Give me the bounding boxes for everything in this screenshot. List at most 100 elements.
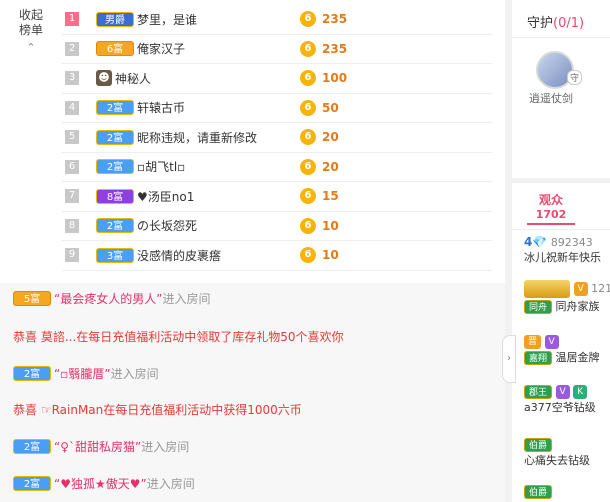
- user-id: 121: [591, 282, 610, 295]
- vip-badge: V: [555, 385, 570, 399]
- noble-badge: 伯爵: [524, 485, 553, 499]
- ranking-row[interactable]: 7 8富 ♥汤臣no1 6 15: [62, 182, 492, 212]
- diamond-icon: 💎: [532, 235, 548, 249]
- audience-name: 心痛失去钻级: [524, 454, 590, 467]
- ranking-list: 1 男爵 梦里，是谁 6 235 2 6富 俺家汉子 6 235 3 ☻ 神秘人…: [62, 5, 492, 271]
- chat-message: 5富 “最会疼女人的男人” 进入房间: [13, 290, 210, 307]
- user-name[interactable]: 昵称违规，请重新修改: [137, 129, 317, 146]
- chat-user[interactable]: 恭喜 ☞RainMan: [13, 401, 103, 418]
- guard-count: (0/1): [553, 16, 585, 31]
- collapse-ranking-button[interactable]: 收起 榜单 ⌃: [10, 8, 52, 55]
- divider: [512, 229, 610, 230]
- user-name[interactable]: 俺家汉子: [137, 40, 317, 57]
- contribution-value: 100: [322, 71, 348, 86]
- guard-title: 守护(0/1): [527, 12, 584, 31]
- ranking-row[interactable]: 8 2富 の长坂怨死 6 10: [62, 212, 492, 241]
- contribution-value: 235: [322, 12, 348, 27]
- audience-name: 温居金牌: [555, 351, 600, 364]
- chat-user[interactable]: 恭喜 莫諮...: [13, 328, 76, 345]
- rank-number: 5: [65, 130, 79, 145]
- ranking-row[interactable]: 6 2富 ▫胡飞tl▫ 6 20: [62, 153, 492, 182]
- user-name[interactable]: 没感情的皮裹瘩: [137, 247, 317, 264]
- chat-message: 2富 “▫翳朧厝” 进入房间: [13, 365, 159, 382]
- guard-panel: 守护(0/1) 守 逍遥仗剑: [512, 0, 610, 178]
- k-badge: K: [573, 385, 588, 399]
- guard-avatar[interactable]: 守: [536, 51, 582, 89]
- chat-text: 在每日充值福利活动中获得1000六币: [103, 403, 302, 417]
- chat-user[interactable]: “♥独孤★傲天♥”: [54, 475, 147, 492]
- rank-number: 4: [65, 100, 79, 115]
- audience-item[interactable]: 郡王 V K a377空爷钻级: [524, 385, 596, 415]
- wealth-badge: 2富: [96, 129, 134, 145]
- audience-item[interactable]: 伯爵: [524, 485, 553, 499]
- wealth-badge: 6富: [96, 41, 134, 57]
- chat-text: 进入房间: [110, 367, 159, 381]
- contribution-value: 20: [322, 130, 339, 145]
- chevron-up-icon: ⌃: [26, 41, 36, 54]
- user-name[interactable]: ♥汤臣no1: [137, 188, 317, 205]
- coin-icon: 6: [300, 217, 316, 234]
- contribution-value: 50: [322, 100, 339, 115]
- contribution-value: 15: [322, 189, 339, 204]
- chat-message: 恭喜 莫諮... 在每日充值福利活动中领取了库存礼物50个喜欢你: [13, 328, 344, 345]
- mystery-user-icon: ☻: [96, 70, 112, 87]
- chevron-right-icon[interactable]: ›: [502, 335, 516, 383]
- user-id: 892343: [550, 236, 593, 249]
- wealth-badge: 8富: [96, 188, 134, 204]
- rank-number: 8: [65, 218, 79, 233]
- guard-member-name[interactable]: 逍遥仗剑: [529, 90, 573, 106]
- chat-text: 进入房间: [141, 440, 190, 454]
- wealth-badge: 2富: [96, 100, 134, 116]
- rank-number: 2: [65, 41, 79, 56]
- rank-number: 1: [65, 12, 79, 27]
- crown-icon: [524, 280, 570, 298]
- audience-item[interactable]: 伯爵 心痛失去钻级: [524, 438, 590, 468]
- chat-message: 2富 “♥独孤★傲天♥” 进入房间: [13, 475, 195, 492]
- audience-item[interactable]: 晋 V 嘉翔 温居金牌: [524, 335, 600, 365]
- user-name[interactable]: ▫胡飞tl▫: [137, 158, 317, 175]
- vip-badge: V: [544, 335, 559, 349]
- chat-text: 在每日充值福利活动中领取了库存礼物50个喜欢你: [76, 330, 344, 344]
- noble-badge: 男爵: [96, 11, 134, 27]
- user-name[interactable]: の长坂怨死: [137, 217, 317, 234]
- wealth-badge: 2富: [13, 439, 51, 454]
- collapse-label-2: 榜单: [18, 23, 43, 37]
- user-name[interactable]: 梦里，是谁: [137, 11, 317, 28]
- wealth-badge: 3富: [96, 247, 134, 263]
- audience-item[interactable]: V 121 同舟 同舟家族: [524, 280, 610, 314]
- guard-lock-icon: 守: [566, 70, 582, 85]
- collapse-label-1: 收起: [18, 8, 43, 22]
- ranking-row[interactable]: 4 2富 轩辕古币 6 50: [62, 94, 492, 123]
- wealth-badge: 5富: [13, 291, 51, 306]
- audience-item[interactable]: 4💎 892343 冰儿祝新年快乐: [524, 235, 601, 265]
- noble-badge: 郡王: [524, 385, 553, 399]
- user-name[interactable]: 轩辕古币: [137, 99, 317, 116]
- rank-number: 9: [65, 248, 79, 263]
- gift-ranking-panel: 收起 榜单 ⌃ 1 男爵 梦里，是谁 6 235 2 6富 俺家汉子 6 235…: [0, 0, 505, 283]
- audience-tab-label: 观众: [538, 193, 563, 207]
- wealth-badge: 2富: [96, 159, 134, 175]
- noble-badge: 伯爵: [524, 438, 553, 452]
- wealth-badge: 2富: [13, 476, 51, 491]
- rank-number: 6: [65, 159, 79, 174]
- user-name[interactable]: 神秘人: [115, 70, 295, 87]
- ranking-row[interactable]: 5 2富 昵称违规，请重新修改 6 20: [62, 123, 492, 153]
- ranking-row[interactable]: 2 6富 俺家汉子 6 235: [62, 35, 492, 64]
- ranking-row[interactable]: 9 3富 没感情的皮裹瘩 6 10: [62, 241, 492, 271]
- ranking-row[interactable]: 3 ☻ 神秘人 6 100: [62, 64, 492, 94]
- audience-panel: 观众 1702 4💎 892343 冰儿祝新年快乐 V 121 同舟 同舟家族 …: [512, 183, 610, 502]
- audience-count: 1702: [535, 208, 567, 221]
- tab-underline: [527, 223, 575, 225]
- chat-user[interactable]: “▫翳朧厝”: [54, 365, 111, 382]
- chat-text: 进入房间: [162, 292, 211, 306]
- coin-icon: 6: [300, 40, 316, 57]
- coin-icon: 6: [300, 70, 316, 87]
- tab-audience[interactable]: 观众 1702: [527, 191, 575, 225]
- rank-number: 7: [65, 189, 79, 204]
- guard-label: 守护: [527, 16, 554, 31]
- ranking-row[interactable]: 1 男爵 梦里，是谁 6 235: [62, 5, 492, 35]
- chat-user[interactable]: “♀`甜甜私房猫”: [54, 438, 141, 455]
- audience-name: a377空爷钻级: [524, 401, 596, 414]
- chat-user[interactable]: “最会疼女人的男人”: [54, 290, 162, 307]
- audience-name: 冰儿祝新年快乐: [524, 251, 601, 264]
